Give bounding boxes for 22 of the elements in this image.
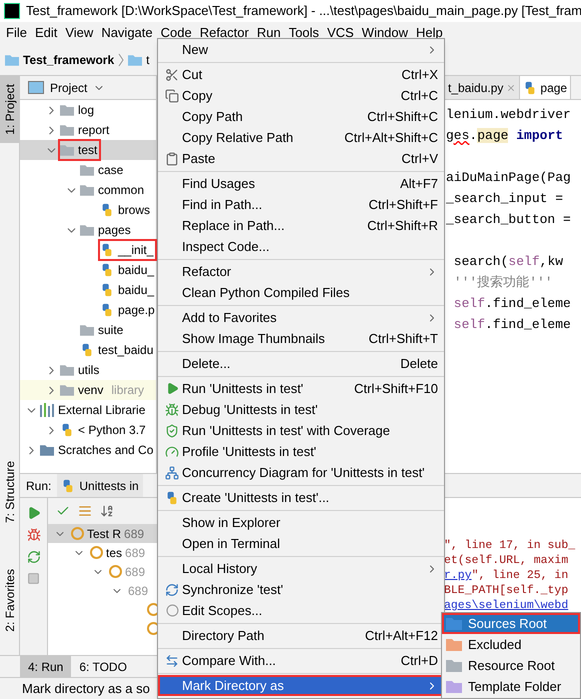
console-line: BLE_PATH[self._typ (444, 584, 568, 597)
test-duration: 689 (125, 564, 146, 580)
window-title: Test_framework [D:\WorkSpace\Test_framework] - ...\test\pages\baidu_main_page.py [Test_fram (26, 2, 581, 20)
code-line: _search_input = (446, 191, 564, 206)
code-line: _search_button = (446, 212, 571, 227)
library-root-note: library (111, 382, 144, 399)
test-duration: 689 (128, 582, 148, 600)
code-line: search(self,kw (452, 254, 564, 269)
test-duration: 689 (124, 526, 144, 542)
console-line: et(self.URL, maxim (444, 554, 568, 567)
run-label: Run: (25, 478, 52, 494)
code-line: ges.page import (446, 128, 564, 143)
code-line: aiDuMainPage(Pag (446, 170, 571, 185)
code-line: lenium.webdriver (446, 107, 571, 122)
console-line: ages\selenium\webd (444, 599, 568, 612)
console-line: r.py", line 25, in (444, 569, 568, 582)
code-line: self.find_eleme (452, 317, 571, 332)
status-text: Mark directory as a so (22, 680, 150, 698)
console-line: ", line 17, in sub_ (444, 539, 576, 552)
test-duration: 689 (125, 544, 146, 562)
code-line: '''搜索功能''' (452, 275, 553, 290)
code-line: self.find_eleme (452, 296, 571, 311)
